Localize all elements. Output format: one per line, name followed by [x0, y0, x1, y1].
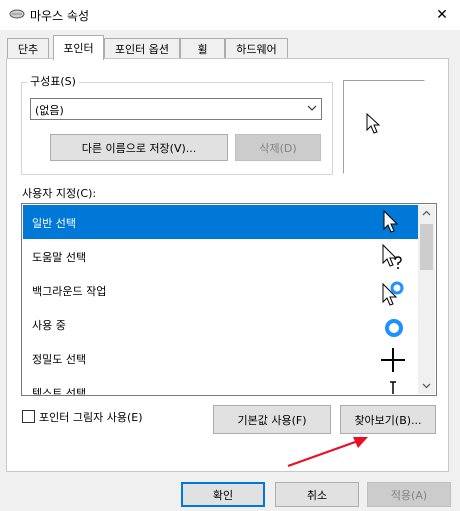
list-item[interactable]: 백그라운드 작업 [23, 273, 418, 307]
mouse-icon [9, 9, 25, 19]
delete-scheme-button[interactable]: 삭제(D) [235, 134, 321, 161]
vertical-scrollbar[interactable] [418, 205, 435, 394]
list-item[interactable]: 텍스트 선택 [23, 375, 418, 395]
title-bar: 마우스 속성 ✕ [0, 0, 460, 30]
pointer-shadow-checkbox[interactable] [22, 410, 35, 423]
tab-pointer-options[interactable]: 포인터 옵션 [104, 38, 180, 58]
list-item[interactable]: 도움말 선택 [23, 239, 418, 273]
tab-buttons[interactable]: 단추 [7, 38, 49, 58]
chevron-down-icon [307, 105, 317, 111]
arrow-cursor-icon [366, 113, 381, 134]
scheme-dropdown-value: (없음) [35, 104, 64, 117]
ok-button[interactable]: 확인 [181, 482, 265, 507]
list-item[interactable]: 정밀도 선택 [23, 341, 418, 375]
save-as-button[interactable]: 다른 이름으로 저장(V)... [50, 134, 228, 161]
arrow-cursor-icon [383, 209, 399, 233]
scroll-up-icon[interactable] [418, 205, 435, 222]
scheme-dropdown[interactable]: (없음) [30, 98, 322, 120]
help-cursor-icon [382, 243, 402, 269]
tab-hardware[interactable]: 하드웨어 [225, 38, 288, 58]
scroll-down-icon[interactable] [418, 377, 435, 394]
cancel-button[interactable]: 취소 [275, 482, 359, 507]
scheme-group [21, 82, 333, 175]
scrollbar-thumb[interactable] [420, 224, 433, 270]
window-title: 마우스 속성 [30, 9, 90, 23]
customize-label: 사용자 지정(C): [22, 187, 97, 200]
apply-button[interactable]: 적용(A) [367, 482, 451, 507]
text-select-cursor-icon [390, 381, 396, 394]
tab-pointers[interactable]: 포인터 [53, 35, 104, 60]
close-icon: ✕ [436, 7, 448, 23]
crosshair-cursor-icon [381, 348, 405, 372]
cursor-preview [343, 80, 425, 174]
close-button[interactable]: ✕ [424, 0, 460, 30]
scheme-label: 구성표(S) [27, 73, 79, 89]
busy-cursor-icon [385, 319, 403, 337]
working-in-background-cursor-icon [382, 281, 404, 306]
pointer-shadow-label: 포인터 그림자 사용(E) [39, 411, 143, 424]
annotation-arrow-icon [287, 437, 368, 468]
tab-wheel[interactable]: 휠 [180, 38, 225, 58]
list-item[interactable]: 사용 중 [23, 307, 418, 341]
cursor-list[interactable]: 일반 선택 도움말 선택 백그라운드 작업 사용 중 정밀도 선택 텍스트 선택 [21, 203, 437, 396]
list-item[interactable]: 일반 선택 [23, 205, 418, 239]
